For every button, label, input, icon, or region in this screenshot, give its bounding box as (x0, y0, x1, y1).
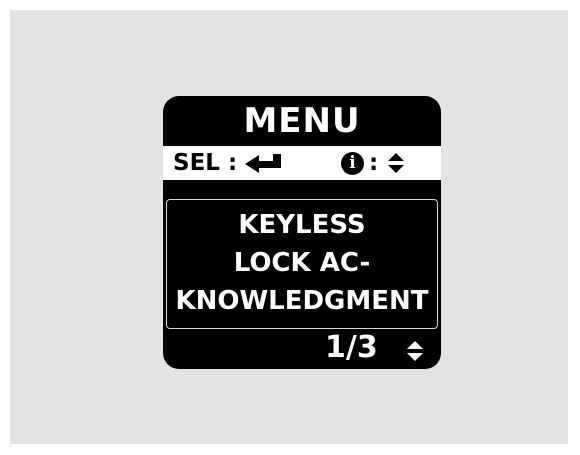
enter-arrow-icon (243, 152, 283, 178)
menu-item-line-1: KEYLESS (238, 210, 366, 240)
select-separator: : (228, 150, 238, 176)
select-label: SEL (173, 150, 220, 176)
menu-display: MENU SEL : i : KEYLESS LOCK AC- KNOWLEDG… (163, 96, 441, 369)
menu-title: MENU (243, 101, 361, 141)
menu-item-line-3: KNOWLEDGMENT (175, 286, 429, 316)
info-separator: : (369, 150, 379, 176)
page-indicator: 1/3 (325, 330, 378, 365)
menu-item-box: KEYLESS LOCK AC- KNOWLEDGMENT (166, 199, 438, 329)
menu-item-line-2: LOCK AC- (233, 248, 371, 278)
page-up-down-arrows-icon (406, 340, 424, 366)
info-icon: i (341, 152, 364, 175)
up-down-arrows-icon (387, 152, 405, 178)
hint-bar: SEL : i : (163, 146, 441, 180)
